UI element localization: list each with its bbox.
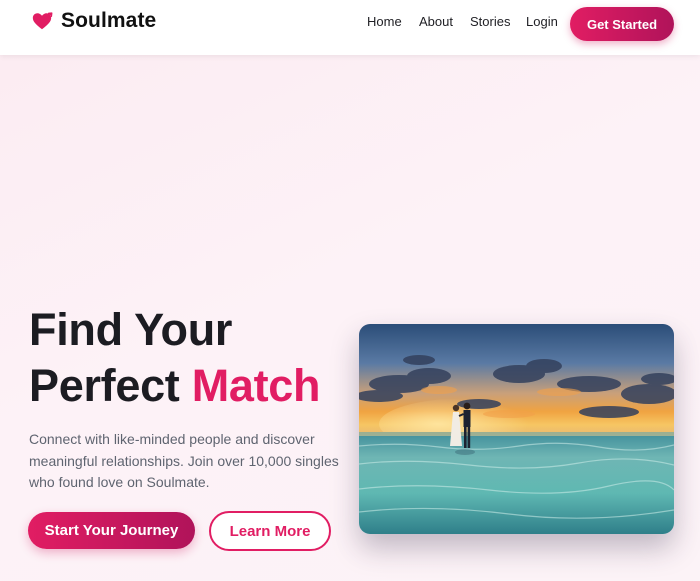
brand-logo[interactable]: Soulmate <box>31 9 156 33</box>
hero-subtext: Connect with like-minded people and disc… <box>29 431 339 490</box>
nav-login-link[interactable]: Login <box>526 14 558 29</box>
hero-headline: Find Your Perfect Match <box>29 302 321 414</box>
hero-photo <box>359 324 674 534</box>
heart-arrow-icon <box>32 12 53 30</box>
headline-accent: Match <box>191 360 321 411</box>
get-started-button[interactable]: Get Started <box>570 7 674 41</box>
headline-line-2: Perfect <box>29 360 192 411</box>
couple-on-beach-photo <box>359 324 674 534</box>
start-journey-button[interactable]: Start Your Journey <box>28 512 195 549</box>
headline-line-1: Find Your <box>29 304 233 355</box>
site-header: Soulmate Home About Stories Login Get St… <box>0 0 700 55</box>
brand-name: Soulmate <box>61 9 157 32</box>
nav-about-link[interactable]: About <box>419 14 453 29</box>
nav-home-link[interactable]: Home <box>367 14 402 29</box>
learn-more-button[interactable]: Learn More <box>209 511 331 551</box>
nav-stories-link[interactable]: Stories <box>470 14 510 29</box>
